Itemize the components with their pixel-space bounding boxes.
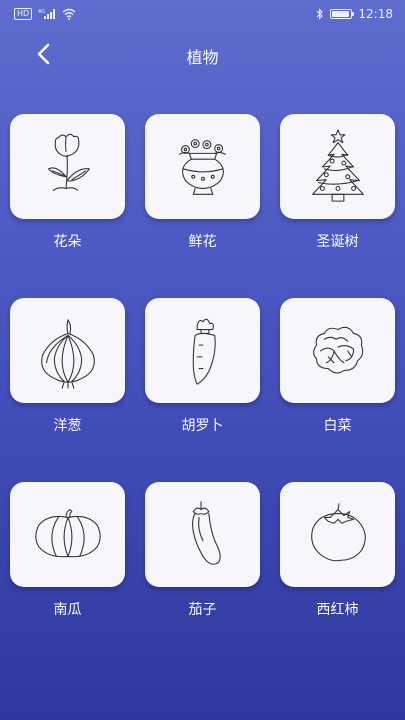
grid-item-tomato[interactable]: 西红柿	[280, 482, 395, 619]
flower-drawing-icon	[47, 133, 90, 191]
battery-icon	[330, 9, 355, 19]
status-time: 12:18	[358, 7, 393, 21]
drawing-card[interactable]	[10, 482, 125, 587]
carrot-drawing-icon	[192, 318, 216, 385]
pumpkin-drawing-icon	[34, 508, 101, 557]
page-title: 植物	[186, 48, 219, 67]
grid-item-flower-vase[interactable]: 鲜花	[145, 114, 260, 251]
grid-item-cabbage[interactable]: 白菜	[280, 298, 395, 435]
status-left: HD 4G	[14, 8, 76, 20]
signal-icon: 4G	[38, 8, 56, 20]
header: 植物	[0, 28, 405, 84]
status-bar: HD 4G 12:18	[0, 0, 405, 28]
eggplant-drawing-icon	[191, 500, 221, 565]
drawing-card[interactable]	[145, 482, 260, 587]
grid-item-pumpkin[interactable]: 南瓜	[10, 482, 125, 619]
drawing-card[interactable]	[145, 298, 260, 403]
grid-item-onion[interactable]: 洋葱	[10, 298, 125, 435]
christmas-tree-drawing-icon	[311, 128, 364, 202]
drawing-card[interactable]	[10, 114, 125, 219]
item-label: 茄子	[188, 602, 217, 618]
status-right: 12:18	[316, 7, 393, 21]
network-type-label: 4G	[38, 9, 45, 15]
item-label: 洋葱	[53, 418, 82, 434]
drawing-card[interactable]	[280, 482, 395, 587]
plant-grid: 花朵 鲜花 圣诞树 洋葱 胡罗卜 白菜 南瓜 茄子 西红柿	[10, 114, 395, 619]
flower-vase-drawing-icon	[178, 138, 226, 195]
drawing-card[interactable]	[280, 114, 395, 219]
item-label: 胡罗卜	[181, 418, 224, 434]
tomato-drawing-icon	[310, 502, 366, 561]
grid-item-christmas-tree[interactable]: 圣诞树	[280, 114, 395, 251]
wifi-icon	[62, 8, 76, 20]
drawing-card[interactable]	[280, 298, 395, 403]
item-label: 鲜花	[188, 234, 217, 250]
onion-drawing-icon	[40, 318, 95, 389]
drawing-card[interactable]	[145, 114, 260, 219]
grid-item-carrot[interactable]: 胡罗卜	[145, 298, 260, 435]
item-label: 圣诞树	[316, 234, 359, 250]
grid-item-flower[interactable]: 花朵	[10, 114, 125, 251]
battery-level	[332, 11, 349, 17]
hd-badge: HD	[14, 8, 33, 20]
drawing-card[interactable]	[10, 298, 125, 403]
grid-item-eggplant[interactable]: 茄子	[145, 482, 260, 619]
bluetooth-icon	[316, 8, 324, 20]
item-label: 花朵	[53, 234, 82, 250]
item-label: 西红柿	[316, 602, 359, 618]
cabbage-drawing-icon	[312, 326, 363, 374]
item-label: 白菜	[323, 418, 352, 434]
item-label: 南瓜	[53, 602, 82, 618]
